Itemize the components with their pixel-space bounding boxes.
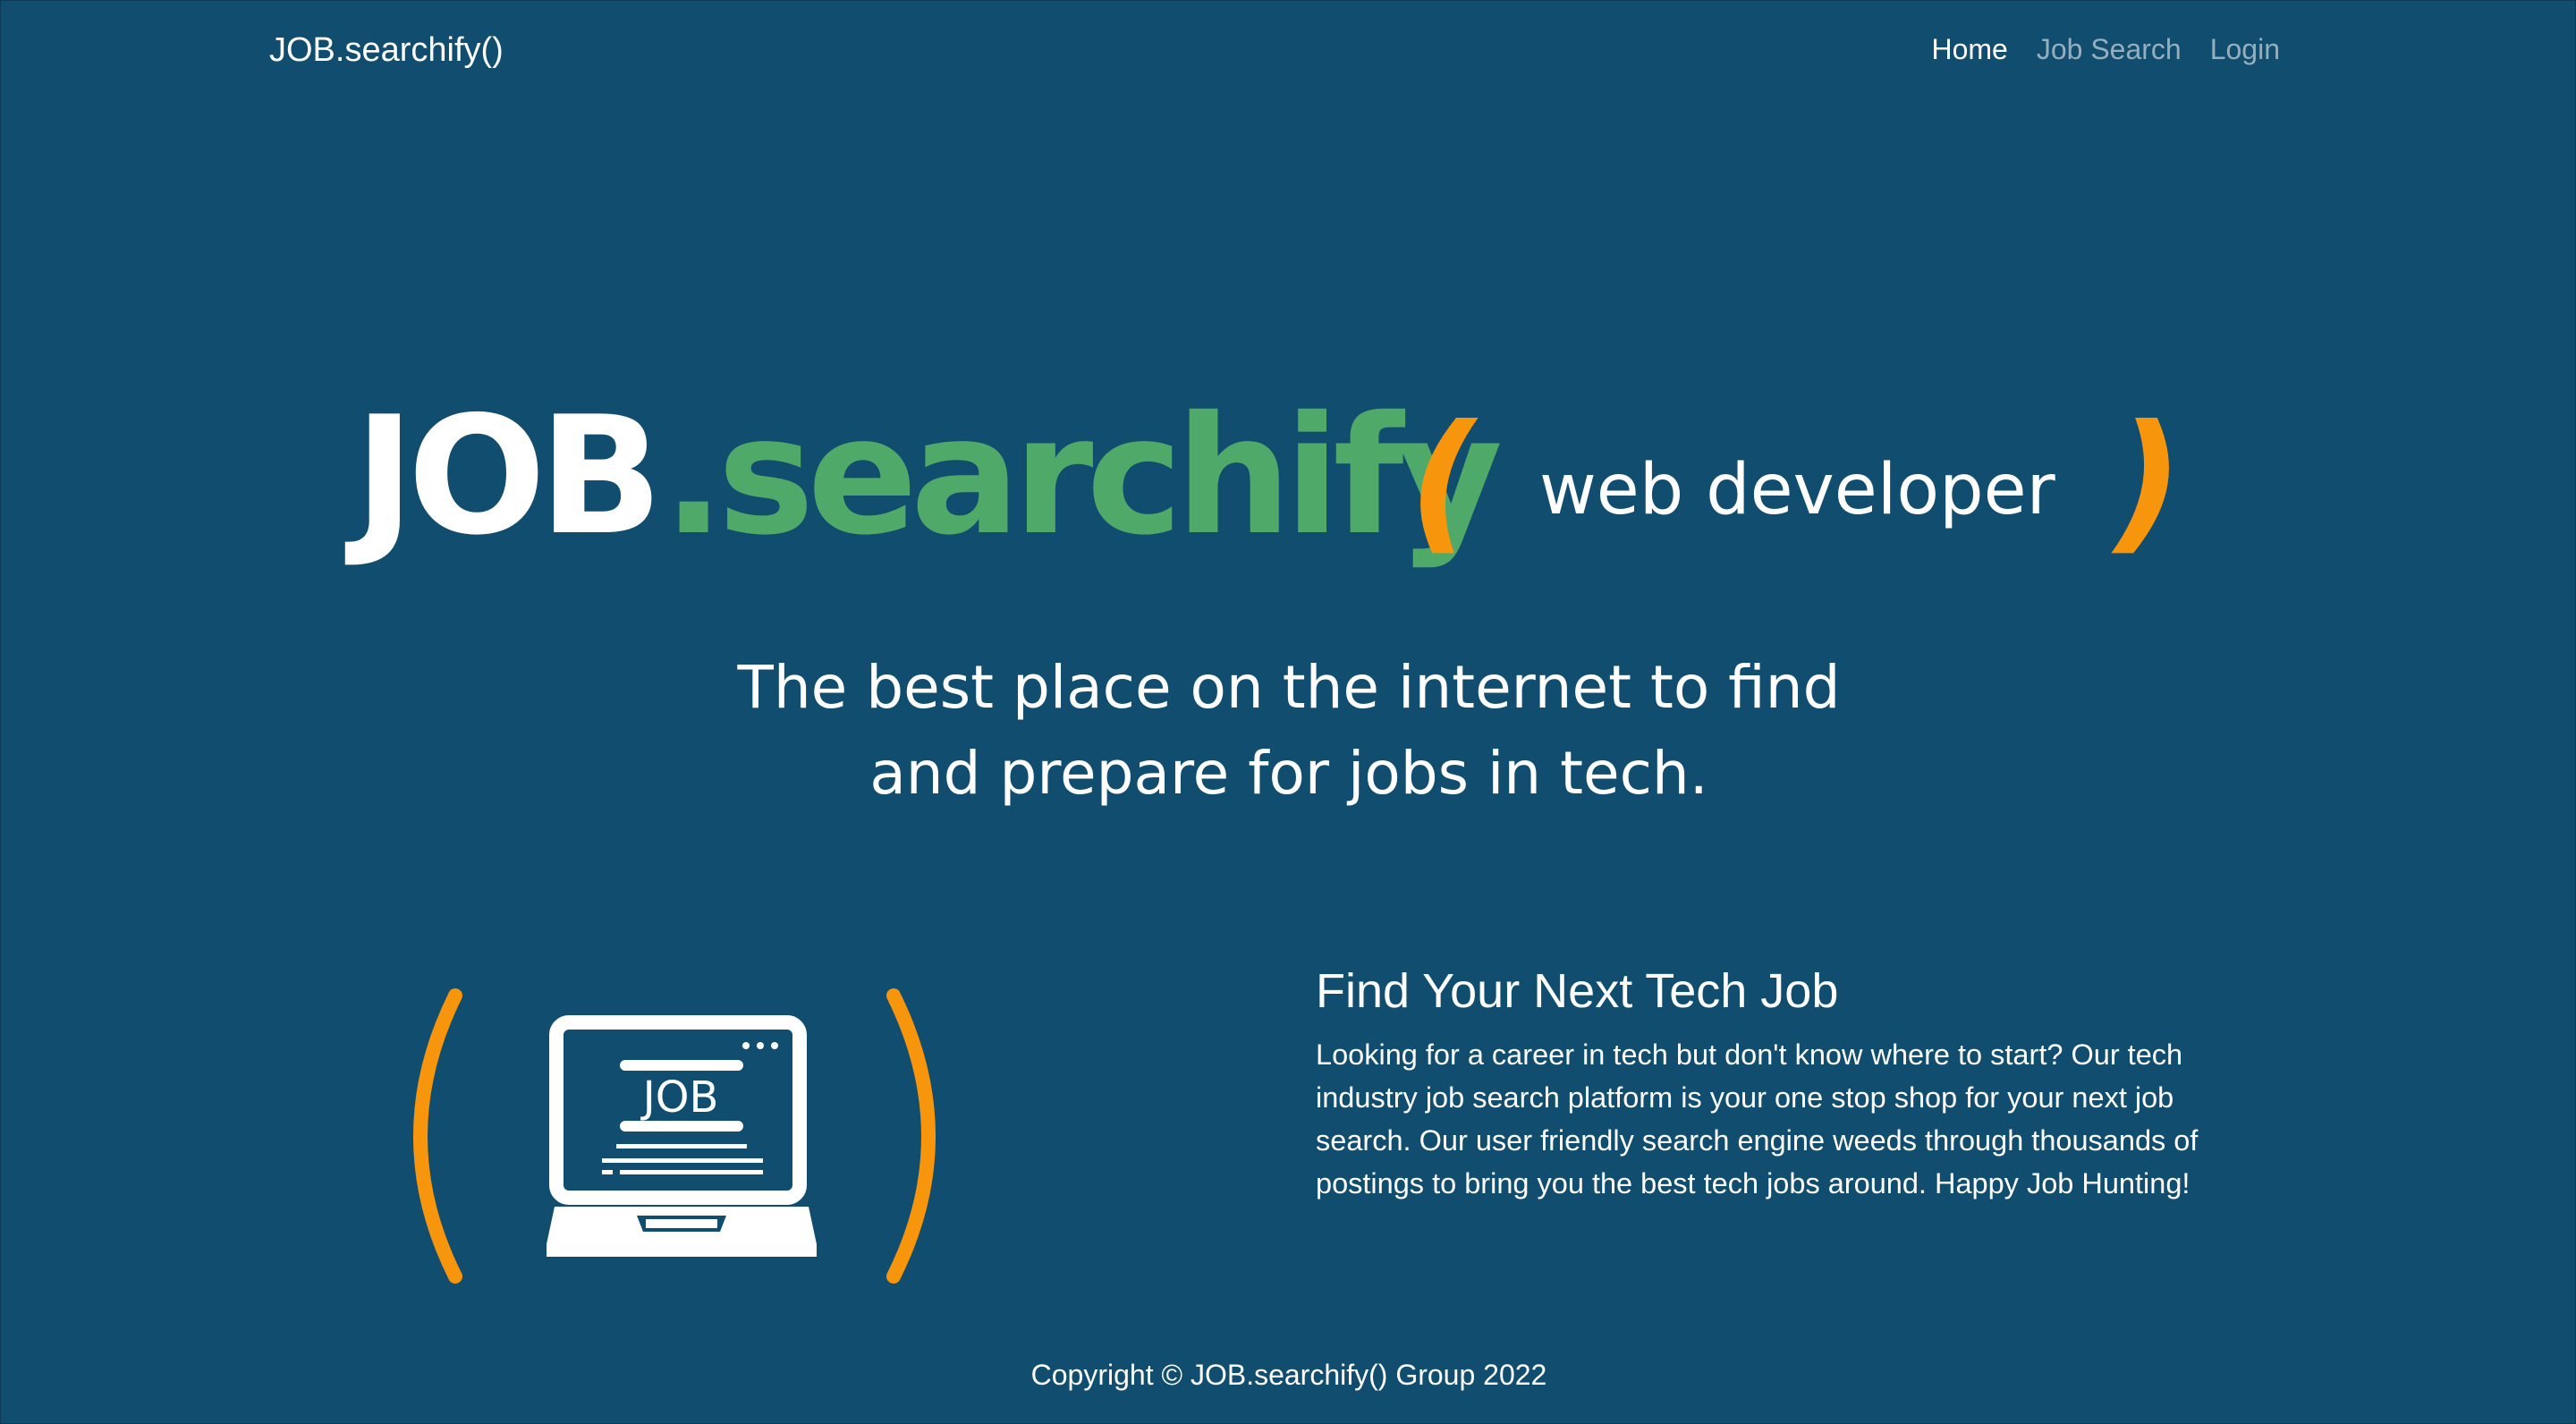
tagline-line-2: and prepare for jobs in tech. xyxy=(869,739,1708,808)
navbar: JOB.searchify() Home Job Search Login xyxy=(1,1,2576,104)
hero-logo-searchify: .searchify xyxy=(663,381,1503,571)
brand-link[interactable]: JOB.searchify() xyxy=(269,31,504,70)
feature-section: Find Your Next Tech Job Looking for a ca… xyxy=(1316,962,2219,1205)
feature-title: Find Your Next Tech Job xyxy=(1316,964,1839,1018)
footer: Copyright © JOB.searchify() Group 2022 xyxy=(1,1359,2576,1392)
nav-links: Home Job Search Login xyxy=(1917,33,2294,66)
feature-body: Looking for a career in tech but don't k… xyxy=(1316,1038,2199,1199)
nav-link-login[interactable]: Login xyxy=(2196,33,2294,66)
nav-link-home[interactable]: Home xyxy=(1917,33,2021,66)
hero-tagline: The best place on the internet to find a… xyxy=(1,645,2576,817)
bracket-right-icon xyxy=(886,988,936,1284)
nav-link-job-search[interactable]: Job Search xyxy=(2022,33,2196,66)
hero-logo: JOB .searchify ( web developer ) xyxy=(354,381,2198,609)
hero-role: web developer xyxy=(1539,450,2055,530)
tagline-line-1: The best place on the internet to find xyxy=(737,653,1841,722)
laptop-icon: JOB xyxy=(413,988,936,1284)
laptop-illustration: JOB xyxy=(394,985,949,1289)
bracket-left-icon xyxy=(413,988,462,1284)
hero-paren-close: ) xyxy=(2096,393,2198,570)
page: JOB.searchify() Home Job Search Login JO… xyxy=(0,0,2576,1424)
footer-copyright: Copyright © JOB.searchify() Group 2022 xyxy=(1030,1359,1547,1391)
hero-logo-job: JOB xyxy=(354,381,663,571)
laptop-screen-text: JOB xyxy=(640,1072,719,1123)
